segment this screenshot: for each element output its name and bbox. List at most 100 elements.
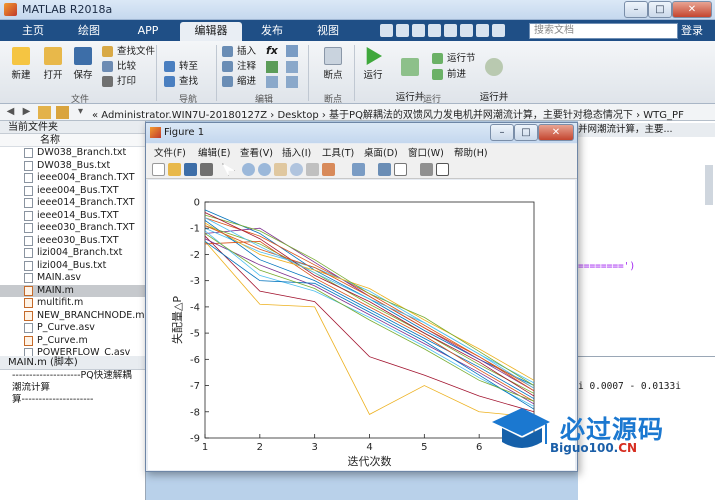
new-file-icon <box>12 47 30 65</box>
file-list-item[interactable]: ieee014_Branch.TXT <box>0 197 145 210</box>
indent-right-icon[interactable] <box>286 76 298 88</box>
watermark-logo: 必过源码 Biguo100.CN <box>488 400 693 460</box>
file-list-item[interactable]: lizi004_Bus.txt <box>0 260 145 273</box>
run-button[interactable]: 运行 <box>360 47 386 81</box>
colorbar-icon[interactable] <box>378 163 391 176</box>
file-list-item[interactable]: DW038_Branch.txt <box>0 147 145 160</box>
file-list-item[interactable]: multifit.m <box>0 297 145 310</box>
tab-publish[interactable]: 发布 <box>248 22 296 41</box>
m-file-icon <box>24 335 33 346</box>
paste-quick-icon[interactable] <box>428 24 441 37</box>
editor-tab[interactable]: 并网潮流计算，主要... <box>578 123 715 137</box>
editor-panel[interactable]: 并网潮流计算，主要... ========') <box>578 121 715 356</box>
fx-button[interactable]: fx <box>266 44 278 57</box>
menu-help[interactable]: 帮助(H) <box>454 145 488 159</box>
zoom-in-icon[interactable] <box>242 163 255 176</box>
menu-edit[interactable]: 编辑(E) <box>198 145 230 159</box>
open-button[interactable]: 打开 <box>40 47 66 81</box>
tab-plots[interactable]: 绘图 <box>66 22 112 41</box>
find-files-button[interactable]: 查找文件 <box>102 45 155 58</box>
file-list-item[interactable]: DW038_Bus.txt <box>0 160 145 173</box>
print-figure-icon[interactable] <box>200 163 213 176</box>
copy-quick-icon[interactable] <box>412 24 425 37</box>
group-divider <box>308 45 309 101</box>
redo-quick-icon[interactable] <box>460 24 473 37</box>
compare-button[interactable]: 比较 <box>102 60 136 73</box>
goto-button[interactable]: 转至 <box>164 60 198 73</box>
file-list-item[interactable]: P_Curve.m <box>0 335 145 348</box>
new-figure-icon[interactable] <box>152 163 165 176</box>
open-file-icon[interactable] <box>168 163 181 176</box>
back-arrow-icon[interactable]: ◀ <box>4 106 17 119</box>
file-list-item[interactable]: MAIN.m <box>0 284 145 297</box>
menu-desktop[interactable]: 桌面(D) <box>364 145 398 159</box>
indent-left-icon[interactable] <box>266 76 278 88</box>
file-list-item[interactable]: ieee030_Bus.TXT <box>0 235 145 248</box>
forward-arrow-icon[interactable]: ▶ <box>20 106 33 119</box>
pointer-icon[interactable] <box>222 163 235 176</box>
minimize-button[interactable]: – <box>624 1 648 18</box>
maximize-button[interactable]: □ <box>648 1 672 18</box>
file-list-item[interactable]: ieee004_Branch.TXT <box>0 172 145 185</box>
save-figure-icon[interactable] <box>184 163 197 176</box>
switch-window-icon[interactable] <box>476 24 489 37</box>
file-list-item[interactable]: ieee014_Bus.TXT <box>0 210 145 223</box>
pan-hand-icon[interactable] <box>274 163 287 176</box>
file-list-item[interactable]: P_Curve.asv <box>0 322 145 335</box>
menu-window[interactable]: 窗口(W) <box>408 145 444 159</box>
save-quick-icon[interactable] <box>380 24 393 37</box>
legend-icon[interactable] <box>394 163 407 176</box>
file-list-item[interactable]: lizi004_Branch.txt <box>0 247 145 260</box>
comment-button[interactable]: 注释 <box>222 60 256 73</box>
hide-plot-tools-icon[interactable] <box>420 163 433 176</box>
figure-close-button[interactable]: ✕ <box>538 124 574 141</box>
folder-path[interactable]: « Administrator.WIN7U-20180127Z › Deskto… <box>92 106 684 121</box>
x-tick-label: 3 <box>311 442 317 453</box>
advance-button[interactable]: 前进 <box>432 68 466 81</box>
tab-view[interactable]: 视图 <box>304 22 352 41</box>
figure-minimize-button[interactable]: – <box>490 124 514 141</box>
zoom-out-icon[interactable] <box>258 163 271 176</box>
tab-apps[interactable]: APP <box>122 22 174 41</box>
close-button[interactable]: ✕ <box>672 1 712 18</box>
file-list-item[interactable]: ieee030_Branch.TXT <box>0 222 145 235</box>
menu-insert[interactable]: 插入(I) <box>282 145 311 159</box>
browse-folder-icon[interactable] <box>56 106 69 119</box>
tab-home[interactable]: 主页 <box>10 22 56 41</box>
run-section-button[interactable]: 运行节 <box>432 52 476 65</box>
undo-quick-icon[interactable] <box>444 24 457 37</box>
insert-button[interactable]: 插入 <box>222 45 256 58</box>
menu-file[interactable]: 文件(F) <box>154 145 186 159</box>
tab-editor[interactable]: 编辑器 <box>180 22 242 41</box>
file-list-item[interactable]: NEW_BRANCHNODE.m <box>0 310 145 323</box>
menu-view[interactable]: 查看(V) <box>240 145 273 159</box>
edit-tool-icon[interactable] <box>286 45 298 57</box>
link-plot-icon[interactable] <box>352 163 365 176</box>
name-column-header[interactable]: 名称 <box>0 134 145 147</box>
breakpoints-button[interactable]: 断点 <box>318 47 348 81</box>
find-button[interactable]: 查找 <box>164 75 198 88</box>
login-button[interactable]: 登录 <box>681 23 703 38</box>
search-docs-input[interactable]: 搜索文档 <box>529 23 678 39</box>
folder-up-icon[interactable] <box>38 106 51 119</box>
show-plot-tools-icon[interactable] <box>436 163 449 176</box>
chevron-down-icon[interactable]: ▾ <box>74 106 87 119</box>
figure-maximize-button[interactable]: □ <box>514 124 538 141</box>
new-button[interactable]: 新建 <box>8 47 34 81</box>
y-tick-label: 0 <box>194 198 200 209</box>
editor-scrollbar[interactable] <box>705 165 713 205</box>
wrap-icon[interactable] <box>286 61 298 73</box>
file-list-item[interactable]: MAIN.asv <box>0 272 145 285</box>
print-button[interactable]: 打印 <box>102 75 136 88</box>
percent-comment-icon[interactable] <box>266 61 278 73</box>
file-list-item[interactable]: ieee004_Bus.TXT <box>0 185 145 198</box>
menu-tools[interactable]: 工具(T) <box>322 145 354 159</box>
brush-icon[interactable] <box>322 163 335 176</box>
cut-quick-icon[interactable] <box>396 24 409 37</box>
save-button[interactable]: 保存 <box>70 47 96 81</box>
help-quick-icon[interactable] <box>492 24 505 37</box>
data-cursor-icon[interactable] <box>306 163 319 176</box>
folder-open-icon <box>44 47 62 65</box>
indent-button[interactable]: 缩进 <box>222 75 256 88</box>
rotate-3d-icon[interactable] <box>290 163 303 176</box>
